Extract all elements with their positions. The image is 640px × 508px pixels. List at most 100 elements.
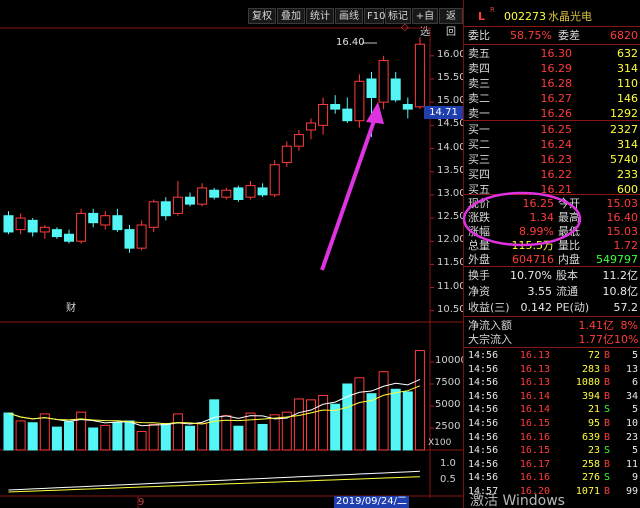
tick-volume: 72	[587, 350, 600, 361]
stat-label: 净资	[468, 285, 490, 298]
tick-row: 14:56 16.16 276 S 9	[464, 471, 640, 484]
tick-time: 14:56	[468, 350, 499, 361]
stat-label: 换手	[468, 269, 490, 282]
candle	[100, 211, 111, 230]
diamond-icon[interactable]: ◇	[401, 22, 409, 33]
volume-bar	[15, 420, 26, 451]
macd-tick-label: 0.5	[440, 474, 456, 485]
tick-time: 14:56	[468, 377, 499, 389]
tick-row: 14:56 16.14 394 B 34	[464, 390, 640, 403]
tick-row: 14:56 16.17 258 B 11	[464, 458, 640, 471]
tick-price: 16.17	[519, 458, 550, 470]
tick-row: 14:56 16.13 72 B 5	[464, 349, 640, 362]
high-price-annotation: 16.40	[336, 37, 365, 48]
candle-body	[342, 108, 353, 122]
stock-flag: L	[478, 10, 486, 23]
candle-body	[354, 80, 365, 122]
candle	[209, 187, 220, 200]
stat-value: 11.2亿	[602, 269, 639, 282]
tick-volume: 276	[581, 472, 600, 484]
price-tick-label: 15.00	[437, 95, 466, 107]
candle	[124, 224, 135, 253]
tick-volume: 23	[587, 445, 600, 457]
tick-price: 16.16	[519, 431, 550, 443]
annotation-ellipse	[462, 191, 582, 247]
volume-unit: X100	[428, 438, 452, 448]
candle-body	[233, 187, 244, 200]
stat-value: 3.55	[527, 285, 553, 298]
tick-time: 14:56	[468, 445, 499, 457]
candle-body	[378, 59, 389, 103]
tick-volume: 21	[587, 404, 600, 416]
kline-chart[interactable]	[0, 0, 463, 508]
candle-body	[221, 189, 232, 198]
tick-row: 14:56 16.14 21 S 5	[464, 403, 640, 416]
candle	[414, 37, 425, 110]
current-price-tag: 14.71	[424, 106, 463, 119]
stat-value: 0.142	[520, 301, 553, 314]
tick-count: 34	[625, 390, 638, 402]
price-tick-label: 11.00	[437, 280, 466, 292]
tick-count: 9	[631, 472, 638, 484]
tick-count: 5	[631, 445, 638, 457]
tick-list[interactable]: 14:56 16.13 72 B 5 14:56 16.13 283 B 13 14:56 16.13…	[464, 349, 640, 508]
price-tick-label: 14.00	[437, 141, 466, 153]
candle-body	[257, 187, 268, 196]
tick-side: B	[604, 458, 611, 470]
candle-body	[39, 226, 50, 233]
volume-bar	[342, 383, 353, 451]
candle	[342, 97, 353, 124]
tick-count: 5	[631, 404, 638, 416]
tick-side: B	[604, 377, 611, 389]
tick-volume: 394	[581, 390, 600, 402]
volume-bar	[27, 422, 38, 451]
flow-percent: 10%	[614, 333, 639, 346]
tick-time: 14:56	[468, 458, 499, 470]
tick-side: S	[604, 472, 611, 484]
tick-count: 99	[625, 486, 638, 497]
quote-panel: L R 002273 水晶光电 委比 58.75% 委差 6820 卖五 16.3…	[463, 0, 640, 508]
candle-body	[318, 103, 329, 126]
tick-price: 16.13	[519, 350, 550, 361]
volume-bar	[390, 388, 401, 451]
candle	[136, 220, 147, 251]
candle	[390, 72, 401, 103]
tick-row: 14:56 16.13 283 B 13	[464, 363, 640, 376]
stat-row: 收益(三) 0.142 PE(动) 57.2	[464, 299, 640, 316]
tick-time: 14:56	[468, 418, 499, 429]
tick-side: B	[604, 418, 611, 429]
tick-volume: 95	[587, 418, 600, 429]
tick-count: 6	[631, 377, 638, 389]
candle-body	[390, 78, 401, 101]
candle-body	[330, 103, 341, 110]
volume-bar	[257, 423, 268, 451]
candle-body	[3, 215, 14, 233]
candle-body	[414, 43, 425, 108]
tick-price: 16.16	[519, 472, 550, 484]
volume-bar	[148, 423, 159, 451]
candle	[148, 199, 159, 232]
volume-bar	[39, 413, 50, 451]
volume-bar	[172, 413, 183, 451]
volume-bar	[64, 421, 74, 451]
candle-body	[148, 201, 159, 228]
candle-body	[88, 212, 99, 224]
volume-bar	[209, 399, 220, 451]
tick-side: B	[604, 363, 611, 375]
candle	[27, 218, 38, 237]
candle	[293, 129, 304, 151]
tick-price: 16.13	[519, 377, 550, 389]
tick-time: 14:56	[468, 431, 499, 443]
volume-bar	[366, 393, 377, 451]
tick-side: B	[604, 390, 611, 402]
candle-body	[269, 164, 280, 196]
candle	[197, 183, 208, 207]
volume-bar	[233, 425, 244, 451]
candle-body	[306, 122, 316, 131]
flow-value: 1.77亿	[578, 333, 615, 346]
sell-book: 卖五 16.30 632 卖四 16.29 314 卖三 16.28 110 卖二 16.27 146…	[464, 45, 640, 120]
volume-bar	[3, 412, 14, 451]
tick-price: 16.13	[519, 363, 550, 375]
tick-row: 14:56 16.16 639 B 23	[464, 431, 640, 444]
tick-price: 16.15	[519, 418, 550, 429]
